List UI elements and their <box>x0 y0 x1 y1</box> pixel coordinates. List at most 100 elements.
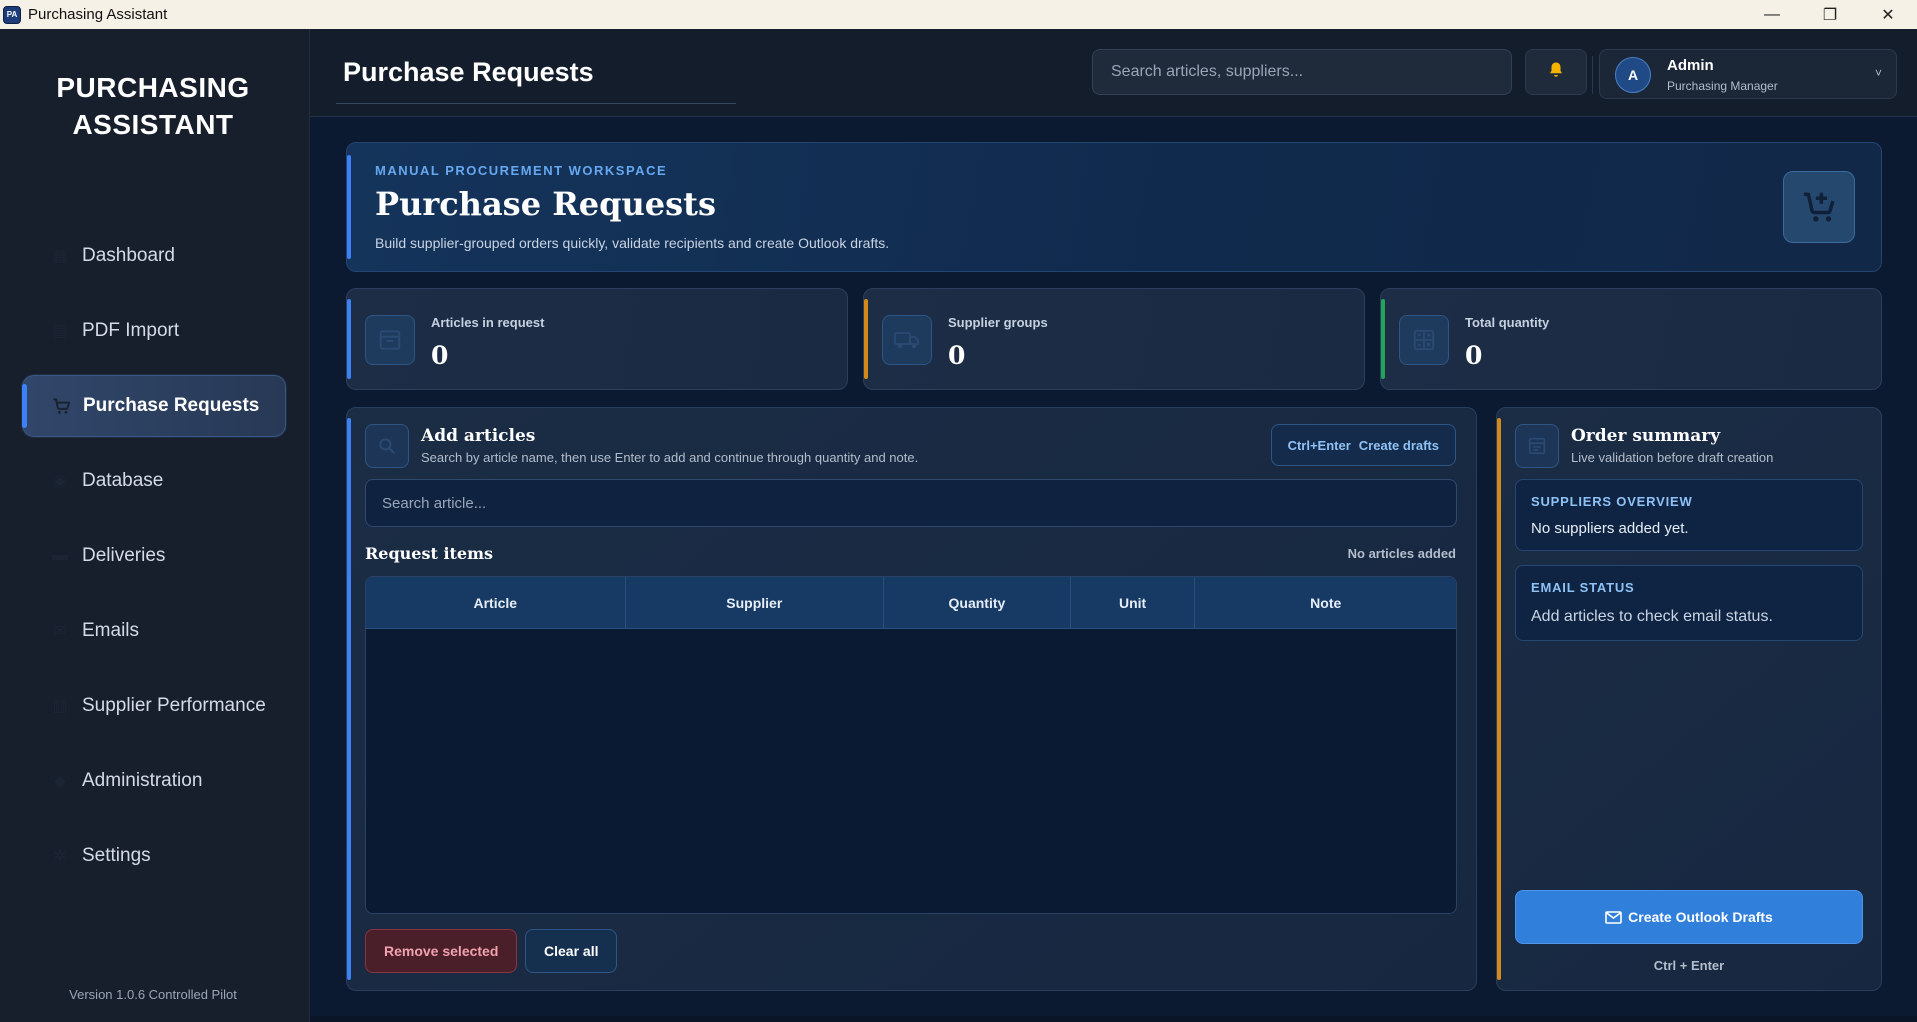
window-title: Purchasing Assistant <box>28 6 168 23</box>
hero-eyebrow: MANUAL PROCUREMENT WORKSPACE <box>375 163 668 178</box>
add-articles-subtitle: Search by article name, then use Enter t… <box>421 450 919 465</box>
email-status-text: Add articles to check email status. <box>1531 608 1773 625</box>
column-header-supplier[interactable]: Supplier <box>626 577 885 628</box>
shortcut-key: Ctrl+Enter <box>1287 437 1351 453</box>
minimize-button[interactable]: — <box>1743 0 1801 29</box>
page-title: Purchase Requests <box>343 57 594 87</box>
stat-value: 0 <box>948 341 966 370</box>
chevron-down-icon: ˅ <box>1874 66 1882 80</box>
stat-total-quantity: Total quantity 0 <box>1380 288 1882 390</box>
gear-icon: ✲ <box>53 848 67 865</box>
stat-supplier-groups: Supplier groups 0 <box>863 288 1365 390</box>
sidebar-item-label: Emails <box>82 620 140 641</box>
mail-icon <box>1605 910 1622 924</box>
notifications-button[interactable] <box>1525 49 1587 95</box>
create-outlook-drafts-button[interactable]: Create Outlook Drafts <box>1515 890 1863 944</box>
column-header-quantity[interactable]: Quantity <box>884 577 1071 628</box>
email-status-title: EMAIL STATUS <box>1531 580 1635 595</box>
database-icon: ◉ <box>53 473 67 490</box>
hero-subtitle: Build supplier-grouped orders quickly, v… <box>375 235 890 251</box>
sidebar-item-administration[interactable]: ◆ Administration <box>22 750 286 812</box>
column-header-unit[interactable]: Unit <box>1071 577 1196 628</box>
truck-icon: ▬ <box>52 547 68 564</box>
suppliers-overview-text: No suppliers added yet. <box>1531 520 1689 537</box>
calculator-icon <box>1399 315 1449 365</box>
window-controls: — ❐ ✕ <box>1743 0 1917 29</box>
admin-icon: ◆ <box>53 773 67 790</box>
stat-label: Articles in request <box>431 315 545 330</box>
stat-value: 0 <box>431 341 449 370</box>
global-search-input[interactable]: Search articles, suppliers... <box>1092 49 1512 95</box>
stat-articles: Articles in request 0 <box>346 288 848 390</box>
pdf-icon: ▤ <box>52 323 68 340</box>
create-drafts-label: Create Outlook Drafts <box>1628 909 1773 925</box>
request-items-label: Request items <box>365 544 494 563</box>
sidebar-nav: ▦ Dashboard ▤ PDF Import Purchase Reques… <box>22 225 286 900</box>
sidebar-item-label: Settings <box>82 845 151 866</box>
hero-title: Purchase Requests <box>375 185 716 223</box>
truck-icon <box>882 315 932 365</box>
mail-icon: ✉ <box>53 623 67 640</box>
sidebar-item-settings[interactable]: ✲ Settings <box>22 825 286 887</box>
sidebar-item-database[interactable]: ◉ Database <box>22 450 286 512</box>
sidebar-item-label: Supplier Performance <box>82 695 266 716</box>
add-articles-panel: Add articles Search by article name, the… <box>346 407 1477 991</box>
stat-label: Supplier groups <box>948 315 1048 330</box>
sidebar-item-label: Administration <box>82 770 203 791</box>
add-articles-title: Add articles <box>421 426 536 446</box>
suppliers-overview-title: SUPPLIERS OVERVIEW <box>1531 494 1693 509</box>
sidebar-item-label: PDF Import <box>82 320 180 341</box>
sidebar-item-emails[interactable]: ✉ Emails <box>22 600 286 662</box>
sidebar-item-pdf-import[interactable]: ▤ PDF Import <box>22 300 286 362</box>
brand-title: PURCHASING ASSISTANT <box>0 69 306 143</box>
cart-icon <box>51 396 71 416</box>
column-header-note[interactable]: Note <box>1195 577 1456 628</box>
stat-label: Total quantity <box>1465 315 1550 330</box>
order-summary-panel: Order summary Live validation before dra… <box>1496 407 1882 991</box>
app-icon: PA <box>3 5 21 24</box>
email-status-card: EMAIL STATUS Add articles to check email… <box>1515 565 1863 641</box>
chart-icon: ▥ <box>52 698 68 715</box>
order-summary-title: Order summary <box>1571 426 1721 446</box>
dashboard-icon: ▦ <box>52 248 68 265</box>
sidebar-item-label: Purchase Requests <box>83 395 260 416</box>
user-menu[interactable]: A Admin Purchasing Manager ˅ <box>1592 49 1897 99</box>
sidebar-item-label: Database <box>82 470 164 491</box>
sidebar: PURCHASING ASSISTANT ▦ Dashboard ▤ PDF I… <box>0 29 310 1022</box>
create-drafts-shortcut-button[interactable]: Ctrl+Enter Create drafts <box>1270 424 1456 466</box>
create-drafts-hint: Ctrl + Enter <box>1653 958 1725 973</box>
request-items-hint: No articles added <box>1347 546 1456 561</box>
suppliers-overview-card: SUPPLIERS OVERVIEW No suppliers added ye… <box>1515 479 1863 551</box>
summary-icon <box>1515 424 1559 468</box>
bottom-edge <box>310 1016 1917 1022</box>
clear-all-button[interactable]: Clear all <box>525 929 618 973</box>
stat-value: 0 <box>1465 341 1483 370</box>
table-header: Article Supplier Quantity Unit Note <box>366 577 1456 629</box>
shortcut-label: Create drafts <box>1358 437 1439 453</box>
sidebar-item-label: Dashboard <box>82 245 175 266</box>
top-header: Purchase Requests Search articles, suppl… <box>310 29 1917 117</box>
cart-add-icon <box>1783 171 1855 243</box>
brand-line-2: ASSISTANT <box>72 109 234 140</box>
restore-button[interactable]: ❐ <box>1801 0 1859 29</box>
user-name: Admin <box>1667 57 1714 74</box>
column-header-article[interactable]: Article <box>366 577 626 628</box>
search-icon <box>365 424 409 468</box>
close-button[interactable]: ✕ <box>1859 0 1917 29</box>
title-divider <box>336 103 736 104</box>
sidebar-item-purchase-requests[interactable]: Purchase Requests <box>22 375 286 437</box>
bell-icon <box>1548 61 1564 84</box>
avatar: A <box>1615 57 1651 93</box>
sidebar-item-supplier-performance[interactable]: ▥ Supplier Performance <box>22 675 286 737</box>
article-search-input[interactable]: Search article... <box>365 479 1457 527</box>
user-role: Purchasing Manager <box>1667 79 1778 93</box>
hero-banner: MANUAL PROCUREMENT WORKSPACE Purchase Re… <box>346 142 1882 272</box>
sidebar-item-deliveries[interactable]: ▬ Deliveries <box>22 525 286 587</box>
brand-line-1: PURCHASING <box>56 72 250 103</box>
remove-selected-button[interactable]: Remove selected <box>365 929 518 973</box>
version-label: Version 1.0.6 Controlled Pilot <box>69 987 237 1002</box>
request-items-table[interactable]: Article Supplier Quantity Unit Note <box>365 576 1457 914</box>
window-titlebar: PA Purchasing Assistant — ❐ ✕ <box>0 0 1917 29</box>
main-content: MANUAL PROCUREMENT WORKSPACE Purchase Re… <box>310 117 1917 1022</box>
sidebar-item-dashboard[interactable]: ▦ Dashboard <box>22 225 286 287</box>
